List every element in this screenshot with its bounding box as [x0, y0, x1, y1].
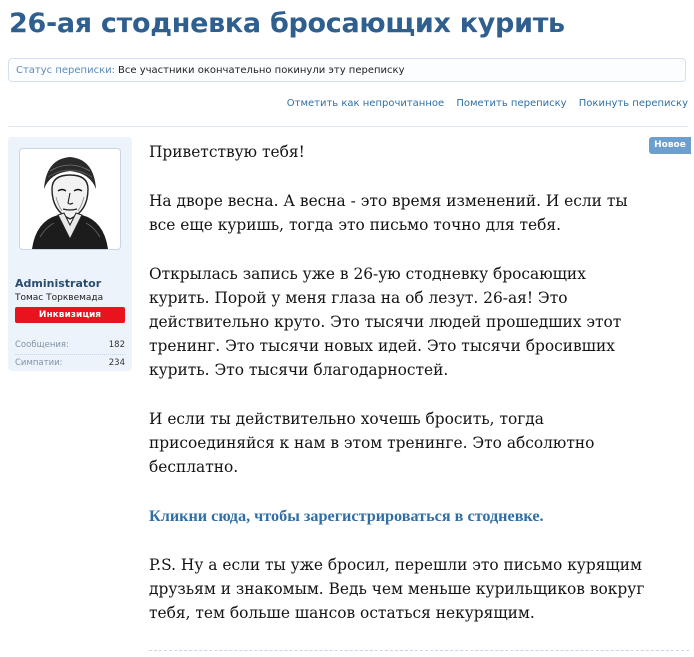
stat-messages: Сообщения: 182 — [15, 337, 125, 354]
stat-messages-label: Сообщения: — [15, 340, 69, 350]
conversation-actions: Отметить как непрочитанное Пометить пере… — [278, 98, 688, 109]
message-paragraph: И если ты действительно хочешь бросить, … — [149, 410, 595, 476]
message-paragraph: Приветствую тебя! — [149, 143, 305, 161]
new-message-badge: Новое — [649, 137, 691, 154]
status-label: Статус переписки: — [16, 65, 115, 76]
stat-likes-value: 234 — [108, 358, 125, 368]
mark-unread-link[interactable]: Отметить как непрочитанное — [287, 98, 444, 109]
stat-messages-value[interactable]: 182 — [109, 337, 125, 354]
status-value: Все участники окончательно покинули эту … — [118, 65, 405, 76]
message-footer-divider — [149, 650, 689, 651]
message-paragraph: P.S. Ну а если ты уже бросил, перешли эт… — [149, 556, 645, 622]
avatar-engraving-portrait — [20, 149, 120, 249]
message-body: Приветствую тебя! На дворе весна. А весн… — [149, 140, 649, 650]
user-group-badge: Инквизиция — [15, 307, 125, 323]
leave-conversation-link[interactable]: Покинуть переписку — [579, 98, 688, 109]
conversation-status: Статус переписки: Все участники окончател… — [8, 58, 686, 82]
divider — [8, 126, 688, 127]
username[interactable]: Administrator — [15, 277, 101, 290]
stat-likes: Симпатии: 234 — [15, 354, 125, 372]
user-title: Томас Торквемада — [15, 293, 104, 303]
message-paragraph: Открылась запись уже в 26-ую стодневку б… — [149, 265, 622, 379]
thread-title: 26-ая стодневка бросающих курить — [9, 8, 565, 39]
avatar[interactable] — [19, 148, 121, 250]
message-paragraph: На дворе весна. А весна - это время изме… — [149, 192, 628, 234]
register-link[interactable]: Кликни сюда, чтобы зарегистрироваться в … — [149, 507, 544, 525]
user-stats: Сообщения: 182 Симпатии: 234 — [15, 337, 125, 372]
message-user-info: Administrator Томас Торквемада Инквизици… — [8, 137, 132, 371]
stat-likes-label: Симпатии: — [15, 358, 63, 368]
flag-conversation-link[interactable]: Пометить переписку — [456, 98, 566, 109]
